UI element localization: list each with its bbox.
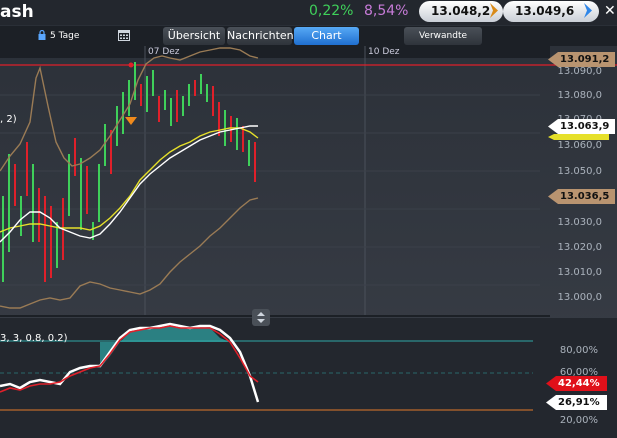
bid-arrow-icon	[490, 3, 498, 18]
y-tick-13000: 13.000,0	[557, 292, 602, 303]
period-selector[interactable]: 5 Tage	[50, 28, 79, 44]
date-label-0: 07 Dez	[148, 47, 180, 57]
close-icon[interactable]: ✕	[604, 3, 617, 21]
stoch-d-tag: 26,91%	[546, 395, 607, 410]
change-percent: 0,22%	[309, 3, 354, 19]
indicator-label: 3, 3, 0.8, 0.2)	[0, 333, 68, 344]
quote-header: ash 0,22% 8,54% 13.048,2 13.049,6 ✕	[0, 0, 617, 25]
bid-price: 13.048,2	[431, 4, 491, 18]
stoch-k-value: 42,44%	[558, 378, 600, 389]
tab-related[interactable]: Verwandte	[404, 27, 482, 45]
ma-yellow-marker	[548, 134, 609, 140]
upper-band-price: 13.091,2	[560, 54, 610, 65]
pane-resize-handle[interactable]	[252, 309, 270, 326]
upper-band-price-tag: 13.091,2	[548, 52, 615, 67]
stoch-k-tag: 42,44%	[546, 376, 607, 391]
y-tick-13010: 13.010,0	[557, 267, 602, 278]
chart-canvas	[0, 46, 617, 438]
tab-overview[interactable]: Übersicht	[163, 27, 225, 45]
tab-news[interactable]: Nachrichten	[227, 27, 294, 45]
lower-band-price-tag: 13.036,5	[548, 189, 615, 204]
ask-arrow-icon	[584, 3, 592, 18]
lock-icon	[38, 30, 46, 40]
y-tick-13060: 13.060,0	[557, 140, 602, 151]
calendar-icon[interactable]	[118, 29, 130, 41]
lower-band-price: 13.036,5	[560, 191, 610, 202]
ask-price: 13.049,6	[515, 4, 575, 18]
tab-chart[interactable]: Chart	[294, 27, 359, 45]
study-label: , 2)	[0, 114, 17, 125]
y-tick-13090: 13.090,0	[557, 66, 602, 77]
price-chart[interactable]: 07 Dez 10 Dez 13.090,0 13.080,0 13.070,0…	[0, 46, 617, 438]
ma-price: 13.063,9	[560, 121, 610, 132]
y-tick-13020: 13.020,0	[557, 242, 602, 253]
ma-price-tag: 13.063,9	[548, 119, 615, 134]
y-tick-13030: 13.030,0	[557, 217, 602, 228]
y-tick-13050: 13.050,0	[557, 166, 602, 177]
tab-bar: Übersicht Nachrichten Chart Verwandte	[0, 26, 617, 46]
instrument-title: ash	[0, 2, 34, 22]
ind-tick-20: 20,00%	[559, 415, 598, 426]
stoch-d-value: 26,91%	[558, 397, 600, 408]
ind-tick-80: 80,00%	[559, 345, 598, 356]
date-label-1: 10 Dez	[368, 47, 400, 57]
change-percent-alt: 8,54%	[364, 3, 409, 19]
y-tick-13080: 13.080,0	[557, 90, 602, 101]
